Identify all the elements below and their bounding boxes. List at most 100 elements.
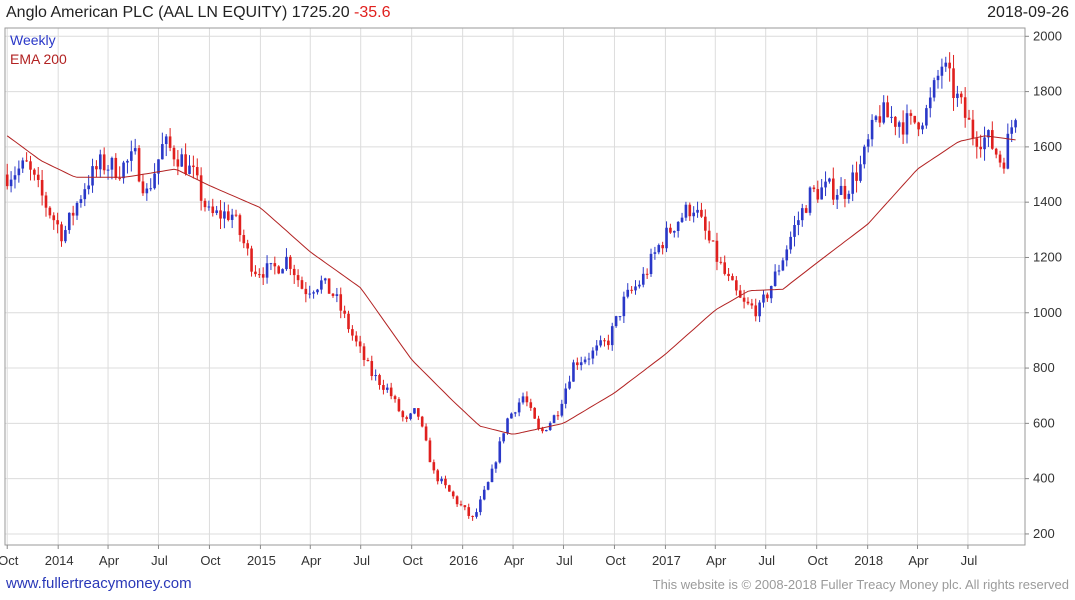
candle-body xyxy=(48,207,52,216)
candle-body xyxy=(354,335,358,342)
grid-lines xyxy=(5,28,1025,545)
candle-body xyxy=(254,271,257,275)
candle-body xyxy=(436,470,440,482)
x-tick-label: 2016 xyxy=(449,553,478,568)
candle-body xyxy=(56,220,59,225)
candle-body xyxy=(126,160,129,163)
candle-body xyxy=(564,388,567,404)
candle-body xyxy=(122,162,125,179)
candle-body xyxy=(67,212,71,231)
candle-body xyxy=(226,211,230,220)
candle-body xyxy=(991,130,994,149)
x-tick-label: 2015 xyxy=(247,553,276,568)
legend-ema: EMA 200 xyxy=(10,51,67,67)
candle-body xyxy=(21,160,25,169)
candle-body xyxy=(362,346,366,361)
candle-body xyxy=(940,66,944,76)
candle-body xyxy=(983,137,986,150)
candle-body xyxy=(591,350,595,359)
candle-body xyxy=(498,441,502,463)
candle-body xyxy=(847,193,851,199)
candle-body xyxy=(766,294,769,299)
candle-body xyxy=(281,269,284,274)
candle-body xyxy=(645,273,649,275)
footer-copyright: This website is © 2008-2018 Fuller Treac… xyxy=(652,577,1069,592)
x-tick-label: Jul xyxy=(151,553,168,568)
candle-body xyxy=(343,310,346,314)
candle-body xyxy=(769,285,773,299)
candle-body xyxy=(704,216,707,231)
candle-body xyxy=(393,396,397,400)
candle-body xyxy=(289,256,292,269)
candle-body xyxy=(60,224,63,242)
candle-body xyxy=(863,146,866,165)
candle-body xyxy=(184,154,187,174)
candle-body xyxy=(517,402,521,413)
candle-body xyxy=(956,93,959,99)
candle-body xyxy=(870,119,874,140)
candle-body xyxy=(246,243,249,249)
candle-body xyxy=(451,491,455,497)
x-tick-label: Apr xyxy=(504,553,525,568)
candle-body xyxy=(285,256,288,270)
candle-body xyxy=(292,268,296,276)
x-tick-label: Apr xyxy=(99,553,120,568)
x-tick-label: 2014 xyxy=(45,553,74,568)
candle-body xyxy=(777,270,781,272)
candle-body xyxy=(141,181,145,194)
candle-body xyxy=(618,316,622,318)
candle-body xyxy=(688,204,692,217)
candle-body xyxy=(79,199,83,204)
candle-body xyxy=(378,375,381,386)
candle-body xyxy=(525,396,529,403)
candle-body xyxy=(533,407,536,419)
candle-body xyxy=(649,253,653,275)
candle-body xyxy=(265,263,269,278)
candle-body xyxy=(273,263,277,267)
candle-body xyxy=(75,203,79,216)
candle-body xyxy=(87,185,90,190)
candle-body xyxy=(405,417,408,419)
candle-body xyxy=(219,210,222,219)
candle-body xyxy=(545,430,548,432)
candle-body xyxy=(700,209,703,217)
candle-body xyxy=(91,166,94,186)
candle-body xyxy=(510,413,513,419)
candle-body xyxy=(603,340,606,342)
candle-body xyxy=(657,245,661,253)
candle-body xyxy=(672,230,676,233)
candle-body xyxy=(215,210,218,214)
candle-body xyxy=(913,115,917,123)
candle-body xyxy=(735,280,738,291)
candle-body xyxy=(824,181,827,188)
candle-body xyxy=(308,293,312,295)
candle-body xyxy=(102,154,106,171)
candle-body xyxy=(203,200,207,208)
candle-body xyxy=(579,362,583,366)
candle-body xyxy=(339,294,343,311)
candle-body xyxy=(894,116,897,127)
candle-body xyxy=(331,293,335,296)
candle-body xyxy=(428,440,432,463)
candle-body xyxy=(622,296,626,317)
candle-body xyxy=(676,221,680,231)
price-chart: 200 400 600 800 1000 1200 1400 1600 1800 2000 Oct… xyxy=(0,27,1062,568)
candle-body xyxy=(800,208,804,221)
candle-body xyxy=(560,403,564,416)
candle-body xyxy=(711,240,715,242)
footer-site-link[interactable]: www.fullertreacymoney.com xyxy=(6,575,192,592)
candle-body xyxy=(145,188,149,194)
y-tick-label: 200 xyxy=(1033,526,1055,541)
y-tick-label: 400 xyxy=(1033,471,1055,486)
candle-body xyxy=(95,166,98,170)
candle-body xyxy=(746,301,750,304)
candle-body xyxy=(269,263,273,265)
candle-body xyxy=(626,289,630,297)
candle-body xyxy=(742,297,746,302)
y-tick-label: 1800 xyxy=(1033,84,1062,99)
candle-body xyxy=(812,187,816,190)
candle-body xyxy=(537,418,540,429)
candle-body xyxy=(176,159,180,167)
candle-body xyxy=(502,433,505,442)
candle-body xyxy=(541,428,544,432)
